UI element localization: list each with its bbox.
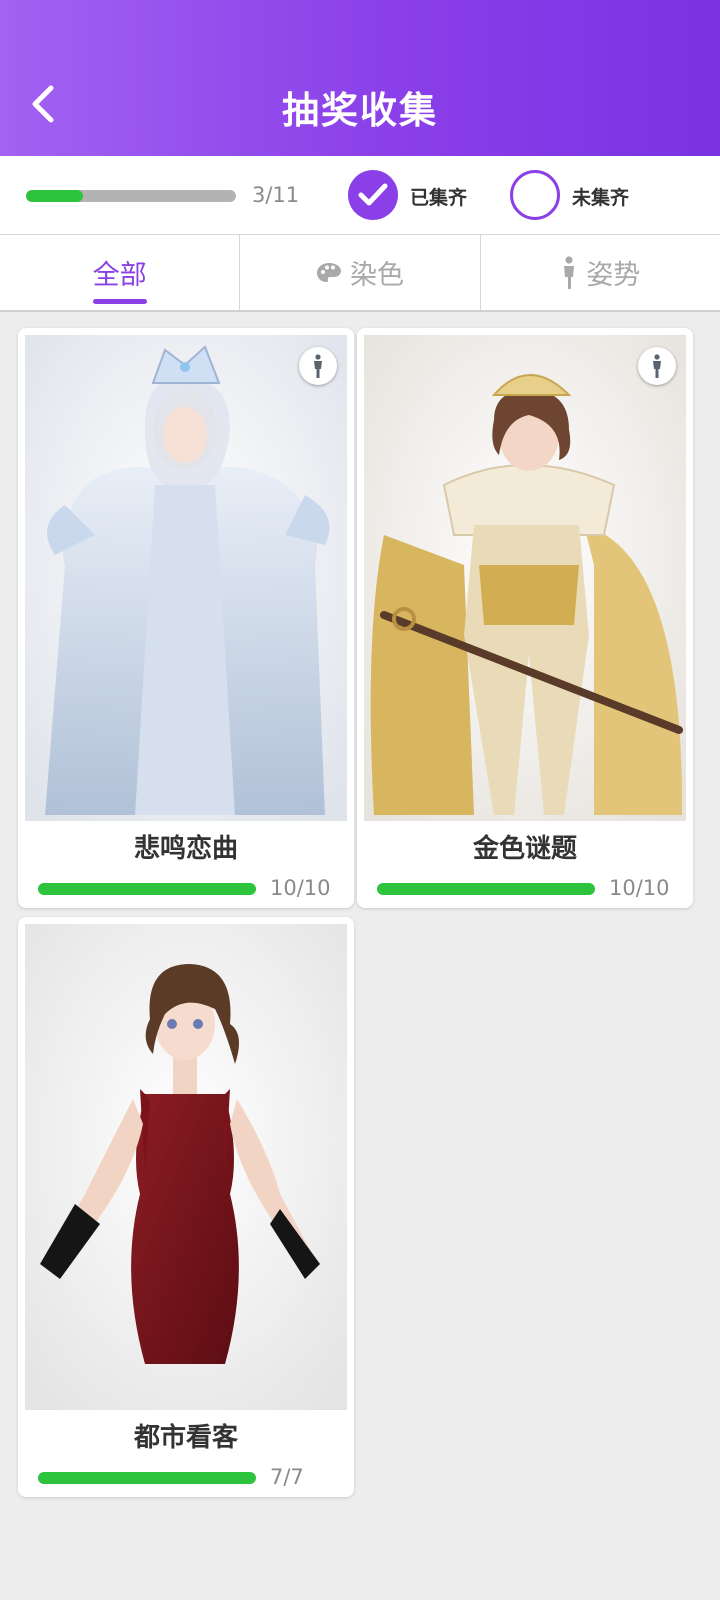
checkmark-icon [358,183,388,206]
pose-icon [653,354,661,378]
outfit-illustration [25,924,347,1410]
outfit-card[interactable]: 都市看客 7/7 [18,917,354,1497]
outfit-progress-count: 7/7 [270,1465,304,1489]
overall-progress-fill [26,190,84,202]
outfit-card[interactable]: 悲鸣恋曲 10/10 [18,328,354,908]
outfit-progress-count: 10/10 [609,876,670,900]
tab-dye-label: 染色 [349,260,404,291]
tab-all-label: 全部 [92,260,147,291]
tab-pose[interactable]: 姿势 [479,235,720,310]
outfit-name: 悲鸣恋曲 [133,834,238,864]
outfit-name: 都市看客 [133,1423,238,1453]
outfit-name: 金色谜题 [472,834,577,864]
person-icon [564,255,575,289]
page-title: 抽奖收集 [282,89,438,132]
outfit-progress-bar [38,1472,256,1484]
tab-pose-label: 姿势 [586,260,641,291]
filter-uncollected-label[interactable]: 未集齐 [572,183,629,210]
outfit-card[interactable]: 金色谜题 10/10 [357,328,693,908]
overall-progress-bar [26,190,236,202]
outfit-illustration [25,335,347,821]
palette-icon [316,262,341,282]
app-header: 抽奖收集 [0,0,720,156]
filter-collected-toggle[interactable] [348,170,398,220]
tab-dye[interactable]: 染色 [239,235,479,310]
pose-icon [314,354,322,378]
filter-uncollected-toggle[interactable] [510,170,560,220]
tab-all[interactable]: 全部 [0,235,239,310]
pose-badge [638,347,676,385]
filter-collected-label[interactable]: 已集齐 [410,183,467,210]
outfit-progress-bar [377,883,595,895]
outfit-progress-bar [38,883,256,895]
pose-badge [299,347,337,385]
active-tab-indicator [92,299,147,304]
overall-progress-text: 3/11 [252,183,300,207]
category-tabs: 全部 染色 姿势 [0,234,720,312]
outfit-progress-count: 10/10 [270,876,331,900]
outfit-illustration [364,335,686,821]
